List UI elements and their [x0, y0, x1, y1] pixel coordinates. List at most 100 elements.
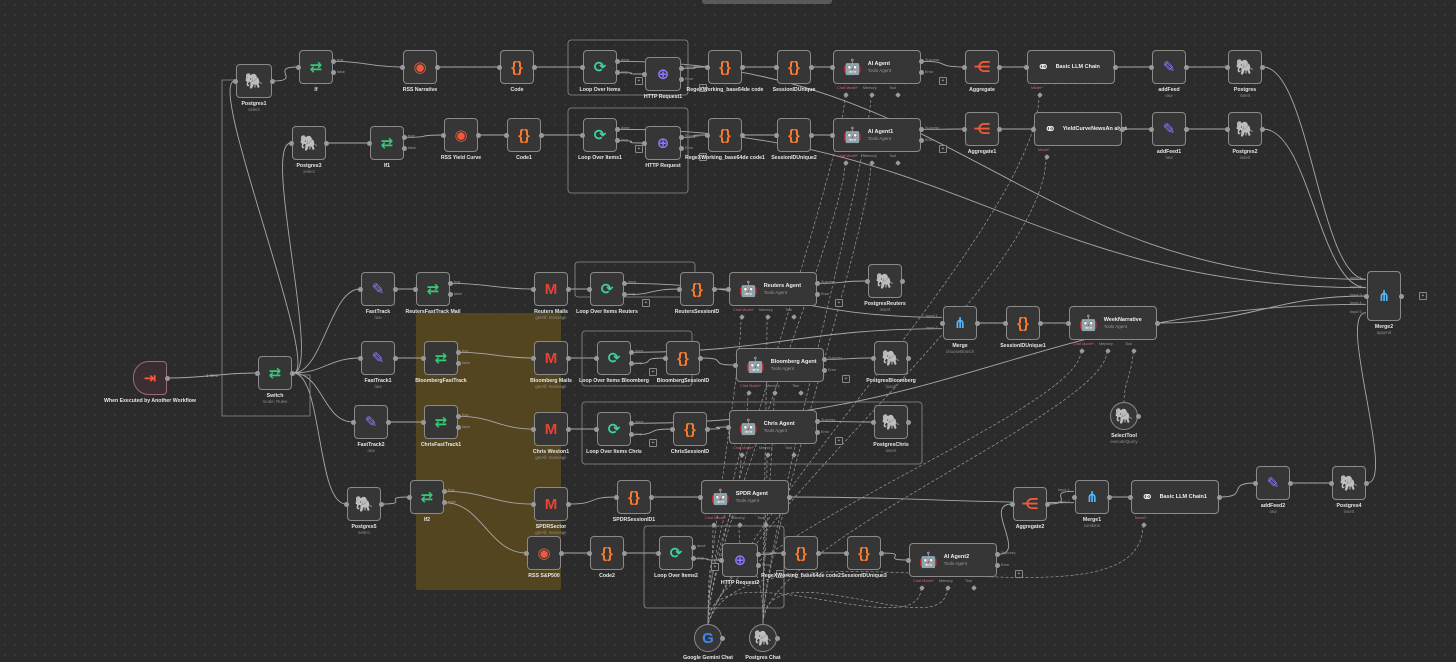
node-bloombergFT[interactable]: ⇄	[424, 341, 458, 375]
node-session3[interactable]: {}	[847, 536, 881, 570]
input-port[interactable]	[289, 140, 294, 146]
input-port[interactable]	[1225, 126, 1230, 132]
output-port[interactable]	[1260, 126, 1265, 132]
output-port[interactable]	[559, 550, 564, 556]
input-port[interactable]	[407, 494, 412, 500]
sub-port[interactable]	[1105, 348, 1111, 354]
connection[interactable]	[617, 128, 1367, 289]
sub-port[interactable]	[895, 92, 901, 98]
input-port[interactable]	[1066, 320, 1071, 326]
output-port[interactable]	[629, 349, 634, 355]
sub-port[interactable]	[919, 585, 925, 591]
node-code2[interactable]: {}	[590, 536, 624, 570]
node-reutersFT[interactable]: ⇄	[416, 272, 450, 306]
input-port[interactable]	[705, 64, 710, 70]
sub-connection[interactable]	[707, 587, 922, 625]
connection[interactable]	[292, 372, 354, 423]
input-port[interactable]	[504, 132, 509, 138]
output-port[interactable]	[712, 286, 717, 292]
output-port[interactable]	[331, 70, 336, 76]
input-port[interactable]	[774, 64, 779, 70]
input-port[interactable]	[726, 424, 731, 430]
output-port[interactable]	[1136, 413, 1141, 419]
output-port[interactable]	[324, 140, 329, 146]
node-aggregate2[interactable]: ⋲	[1013, 487, 1047, 521]
output-port[interactable]	[435, 64, 440, 70]
input-port[interactable]	[400, 64, 405, 70]
output-port[interactable]	[809, 132, 814, 138]
input-port[interactable]	[962, 126, 967, 132]
connection[interactable]	[881, 552, 909, 561]
add-node-button[interactable]: +	[835, 299, 843, 307]
output-port[interactable]	[1288, 480, 1293, 486]
node-aggregate[interactable]: ⋲	[965, 50, 999, 84]
output-port[interactable]	[1120, 126, 1125, 132]
output-port[interactable]	[629, 420, 634, 426]
output-port[interactable]	[1113, 64, 1118, 70]
node-rssNarrative[interactable]: ◉	[403, 50, 437, 84]
node-postgres5[interactable]: 🐘	[347, 487, 381, 521]
add-node-button[interactable]: +	[939, 77, 947, 85]
add-node-button[interactable]: +	[649, 439, 657, 447]
output-port[interactable]	[1184, 126, 1189, 132]
add-node-button[interactable]: +	[649, 368, 657, 376]
node-aiAgent2[interactable]: 🤖 AI Agent2 Tools Agent	[909, 543, 997, 577]
input-port[interactable]	[865, 278, 870, 284]
input-port[interactable]	[677, 286, 682, 292]
output-port[interactable]	[919, 70, 924, 76]
node-weekNarr[interactable]: 🤖 WeekNarrative Tools Agent	[1069, 306, 1157, 340]
output-port[interactable]	[456, 413, 461, 419]
node-bloombergAgent[interactable]: 🤖 Bloomberg Agent Tools Agent	[736, 348, 824, 382]
node-loopBloomberg[interactable]: ⟳	[597, 341, 631, 375]
add-node-button[interactable]: +	[939, 145, 947, 153]
sub-port[interactable]	[869, 92, 875, 98]
output-port[interactable]	[787, 494, 792, 500]
output-port[interactable]	[1155, 320, 1160, 326]
add-node-button[interactable]: +	[642, 299, 650, 307]
output-port[interactable]	[691, 544, 696, 550]
output-port[interactable]	[393, 355, 398, 361]
input-port[interactable]	[733, 362, 738, 368]
connection[interactable]	[292, 372, 347, 505]
node-loopChris[interactable]: ⟳	[597, 412, 631, 446]
input-port[interactable]	[871, 419, 876, 425]
input-port[interactable]	[663, 355, 668, 361]
node-switch[interactable]: ⇄	[258, 356, 292, 390]
add-node-button[interactable]: +	[776, 570, 784, 578]
sub-port[interactable]	[791, 452, 797, 458]
output-port[interactable]	[822, 356, 827, 362]
node-merge[interactable]: ⋔	[943, 306, 977, 340]
input-port[interactable]	[358, 286, 363, 292]
output-port[interactable]	[442, 488, 447, 494]
node-bloombergMails[interactable]: M	[534, 341, 568, 375]
input-port[interactable]	[1128, 494, 1133, 500]
sub-port[interactable]	[746, 390, 752, 396]
sub-port[interactable]	[772, 390, 778, 396]
input-port[interactable]	[1225, 64, 1230, 70]
output-port[interactable]	[539, 132, 544, 138]
output-port[interactable]	[775, 635, 780, 641]
input-port[interactable]	[255, 370, 260, 376]
node-reutersAgent[interactable]: 🤖 Reuters Agent Tools Agent	[729, 272, 817, 306]
node-reutersMails[interactable]: M	[534, 272, 568, 306]
node-sessionU1[interactable]: {}	[1006, 306, 1040, 340]
input-port[interactable]	[580, 132, 585, 138]
output-port[interactable]	[997, 126, 1002, 132]
node-loopReuters[interactable]: ⟳	[590, 272, 624, 306]
input-port[interactable]	[531, 426, 536, 432]
output-port[interactable]	[679, 65, 684, 71]
connection[interactable]	[381, 496, 410, 505]
output-port[interactable]	[995, 563, 1000, 569]
sub-connection[interactable]	[762, 587, 948, 625]
input-port[interactable]	[705, 132, 710, 138]
output-port[interactable]	[815, 418, 820, 424]
node-postgres4[interactable]: 🐘	[1332, 466, 1366, 500]
output-port[interactable]	[532, 64, 537, 70]
node-if[interactable]: ⇄	[299, 50, 333, 84]
input-port[interactable]	[351, 419, 356, 425]
output-port[interactable]	[622, 280, 627, 286]
input-port[interactable]	[358, 355, 363, 361]
output-port[interactable]	[906, 419, 911, 425]
sub-port[interactable]	[763, 522, 769, 528]
add-node-button[interactable]: +	[711, 563, 719, 571]
